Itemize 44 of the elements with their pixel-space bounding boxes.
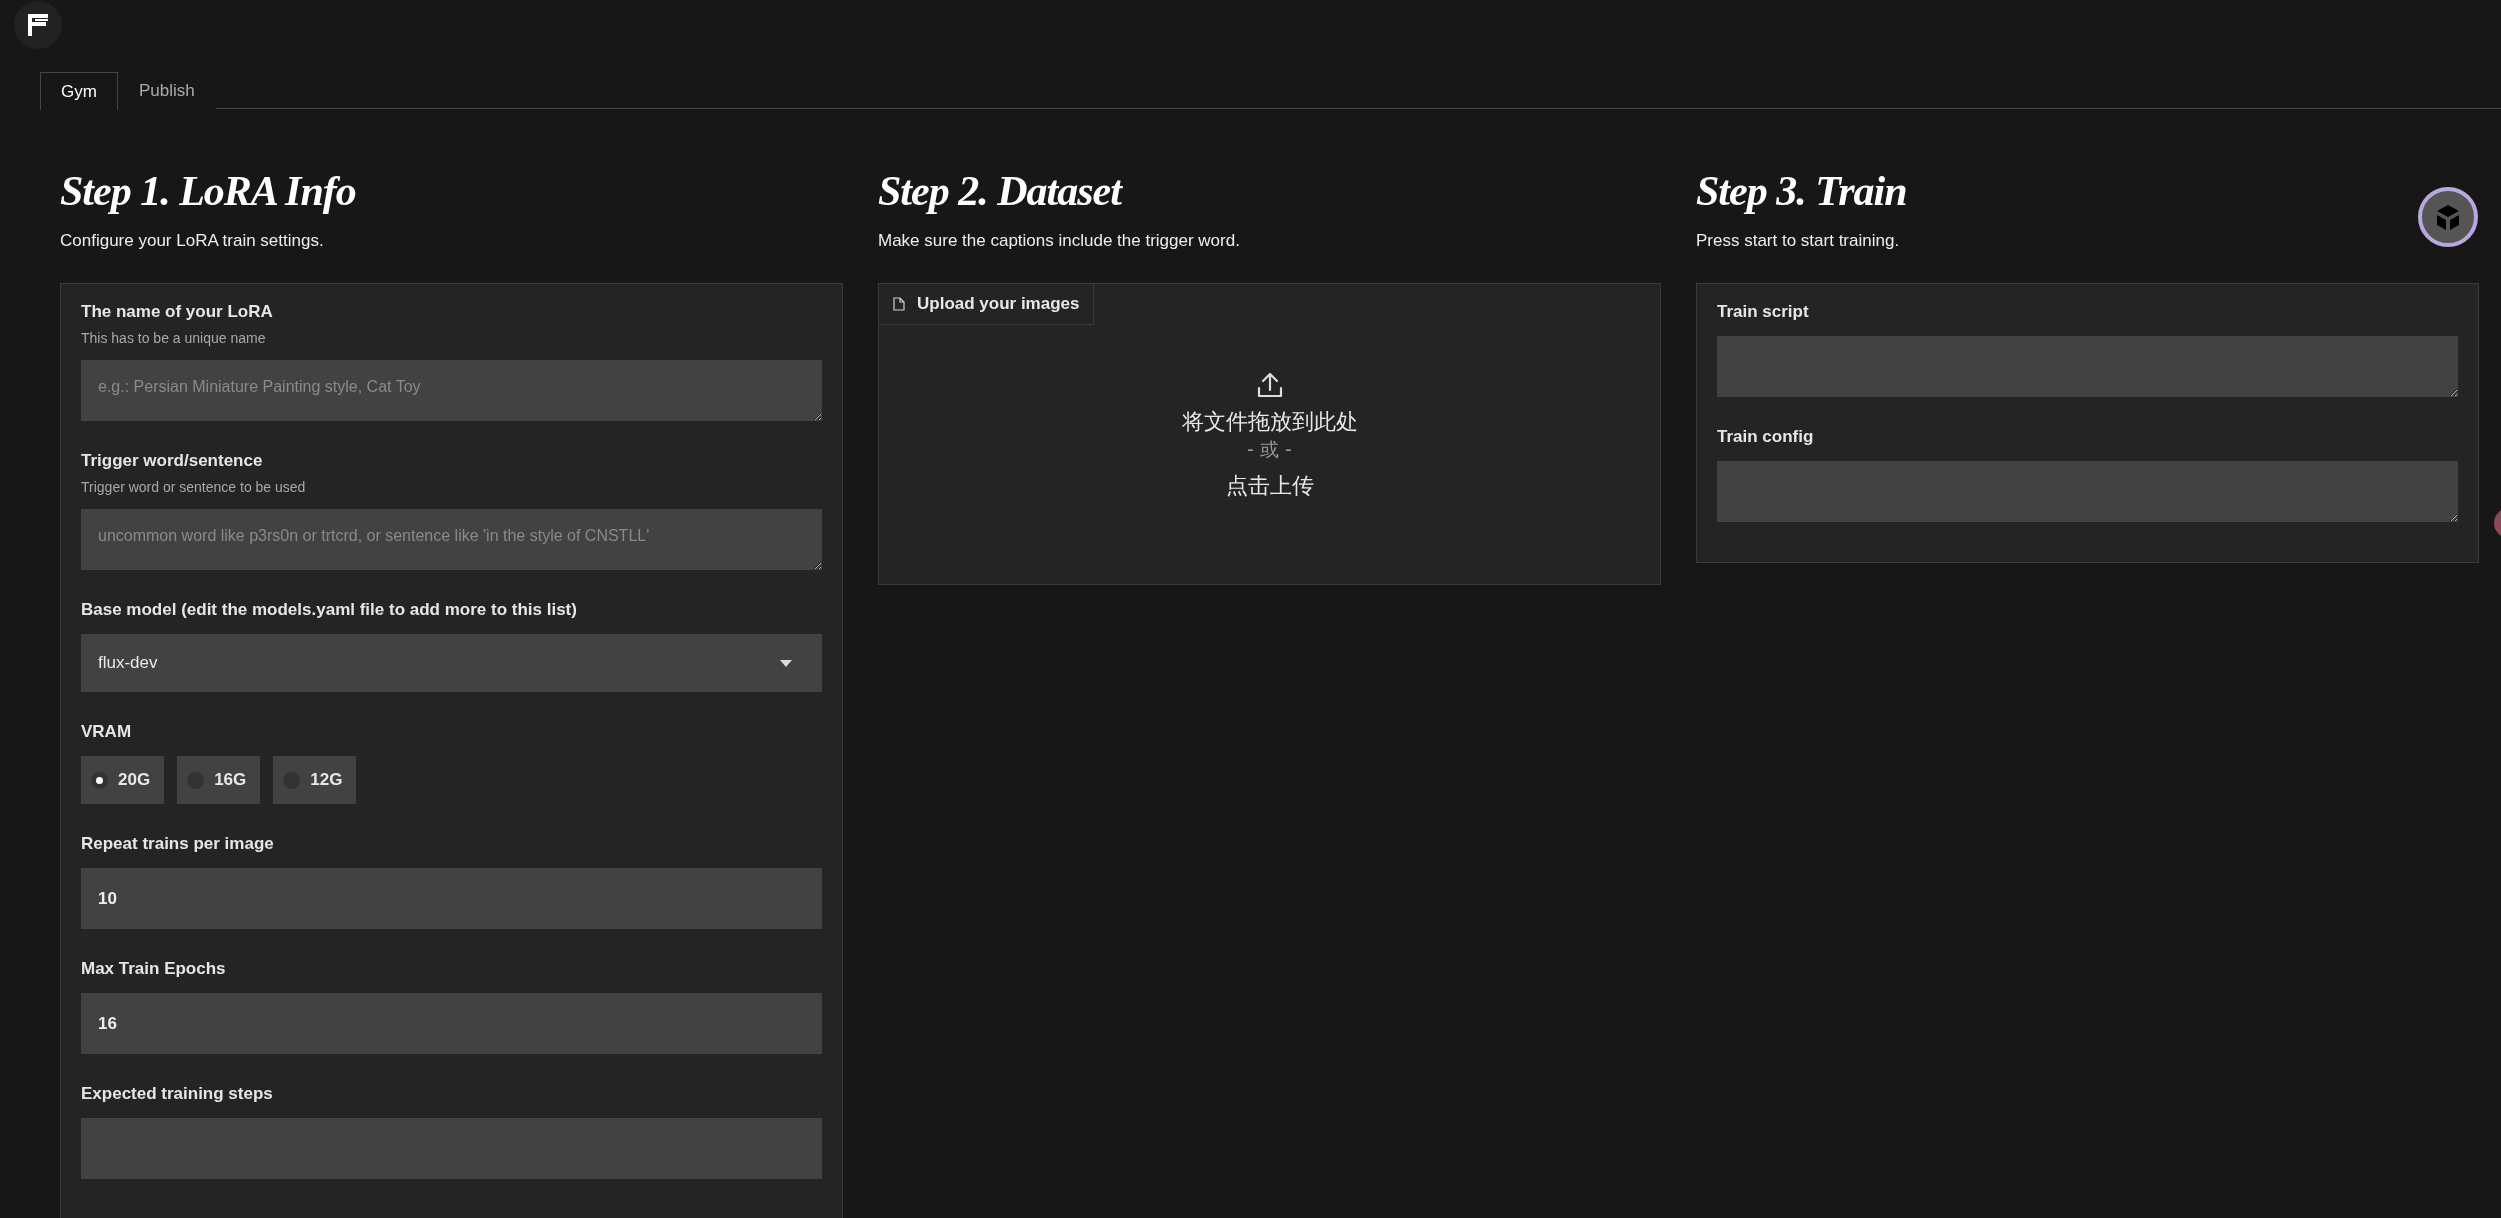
field-hint: This has to be a unique name: [81, 330, 267, 346]
number-field[interactable]: [81, 1118, 822, 1179]
text-area[interactable]: [1717, 461, 2458, 522]
avatar-icon[interactable]: [2418, 187, 2478, 247]
logo-icon[interactable]: [14, 1, 62, 49]
step-subtitle: Make sure the captions include the trigger word.: [878, 231, 1241, 251]
radio-option[interactable]: 16G: [177, 756, 261, 804]
field-label: Train config: [1717, 427, 1815, 447]
field-label: Train script: [1717, 302, 1810, 322]
field-label: VRAM: [81, 722, 133, 742]
upload-area[interactable]: Upload your images 将文件拖放到此处 - 或 - 点击上传: [878, 283, 1661, 585]
radio-label: 12G: [310, 770, 343, 790]
tab[interactable]: Gym: [40, 72, 118, 110]
file-icon: [893, 297, 905, 311]
click-upload-text: 点击上传: [1225, 472, 1314, 500]
field-label: The name of your LoRA: [81, 302, 274, 322]
text-area[interactable]: [1717, 336, 2458, 397]
model-dropdown[interactable]: flux-dev: [81, 634, 822, 692]
caret-icon: [780, 659, 792, 667]
step-title: Step 1. LoRA Info: [60, 167, 357, 215]
text-area[interactable]: uncommon word like p3rs0n or trtcrd, or sentence like 'in the style of CNSTLL': [81, 509, 822, 570]
number-field[interactable]: 16: [81, 993, 822, 1054]
text-area[interactable]: e.g.: Persian Miniature Painting style, Cat Toy: [81, 360, 822, 421]
step-title: Step 3. Train: [1696, 167, 1908, 215]
field-label: Trigger word/sentence: [81, 451, 264, 471]
step-title: Step 2. Dataset: [878, 167, 1124, 215]
or-text: - 或 -: [1247, 437, 1292, 462]
upload-icon: [1256, 371, 1283, 399]
step-subtitle: Press start to start training.: [1696, 231, 1901, 251]
radio-label: 16G: [214, 770, 247, 790]
tab[interactable]: Publish: [117, 71, 216, 109]
number-field[interactable]: 10: [81, 868, 822, 929]
radio-circle[interactable]: [91, 771, 108, 789]
radio-option[interactable]: 12G: [273, 756, 357, 804]
drop-text: 将文件拖放到此处: [1181, 408, 1358, 436]
field-label: Max Train Epochs: [81, 959, 227, 979]
field-label: Repeat trains per image: [81, 834, 275, 854]
step-subtitle: Configure your LoRA train settings.: [60, 231, 325, 251]
field-label: Base model (edit the models.yaml file to add more to this list): [81, 600, 578, 620]
field-hint: Trigger word or sentence to be used: [81, 479, 307, 495]
radio-label: 20G: [118, 770, 151, 790]
field-label: Expected training steps: [81, 1084, 274, 1104]
upload-label: Upload your images: [917, 294, 1080, 314]
radio-option[interactable]: 20G: [81, 756, 165, 804]
